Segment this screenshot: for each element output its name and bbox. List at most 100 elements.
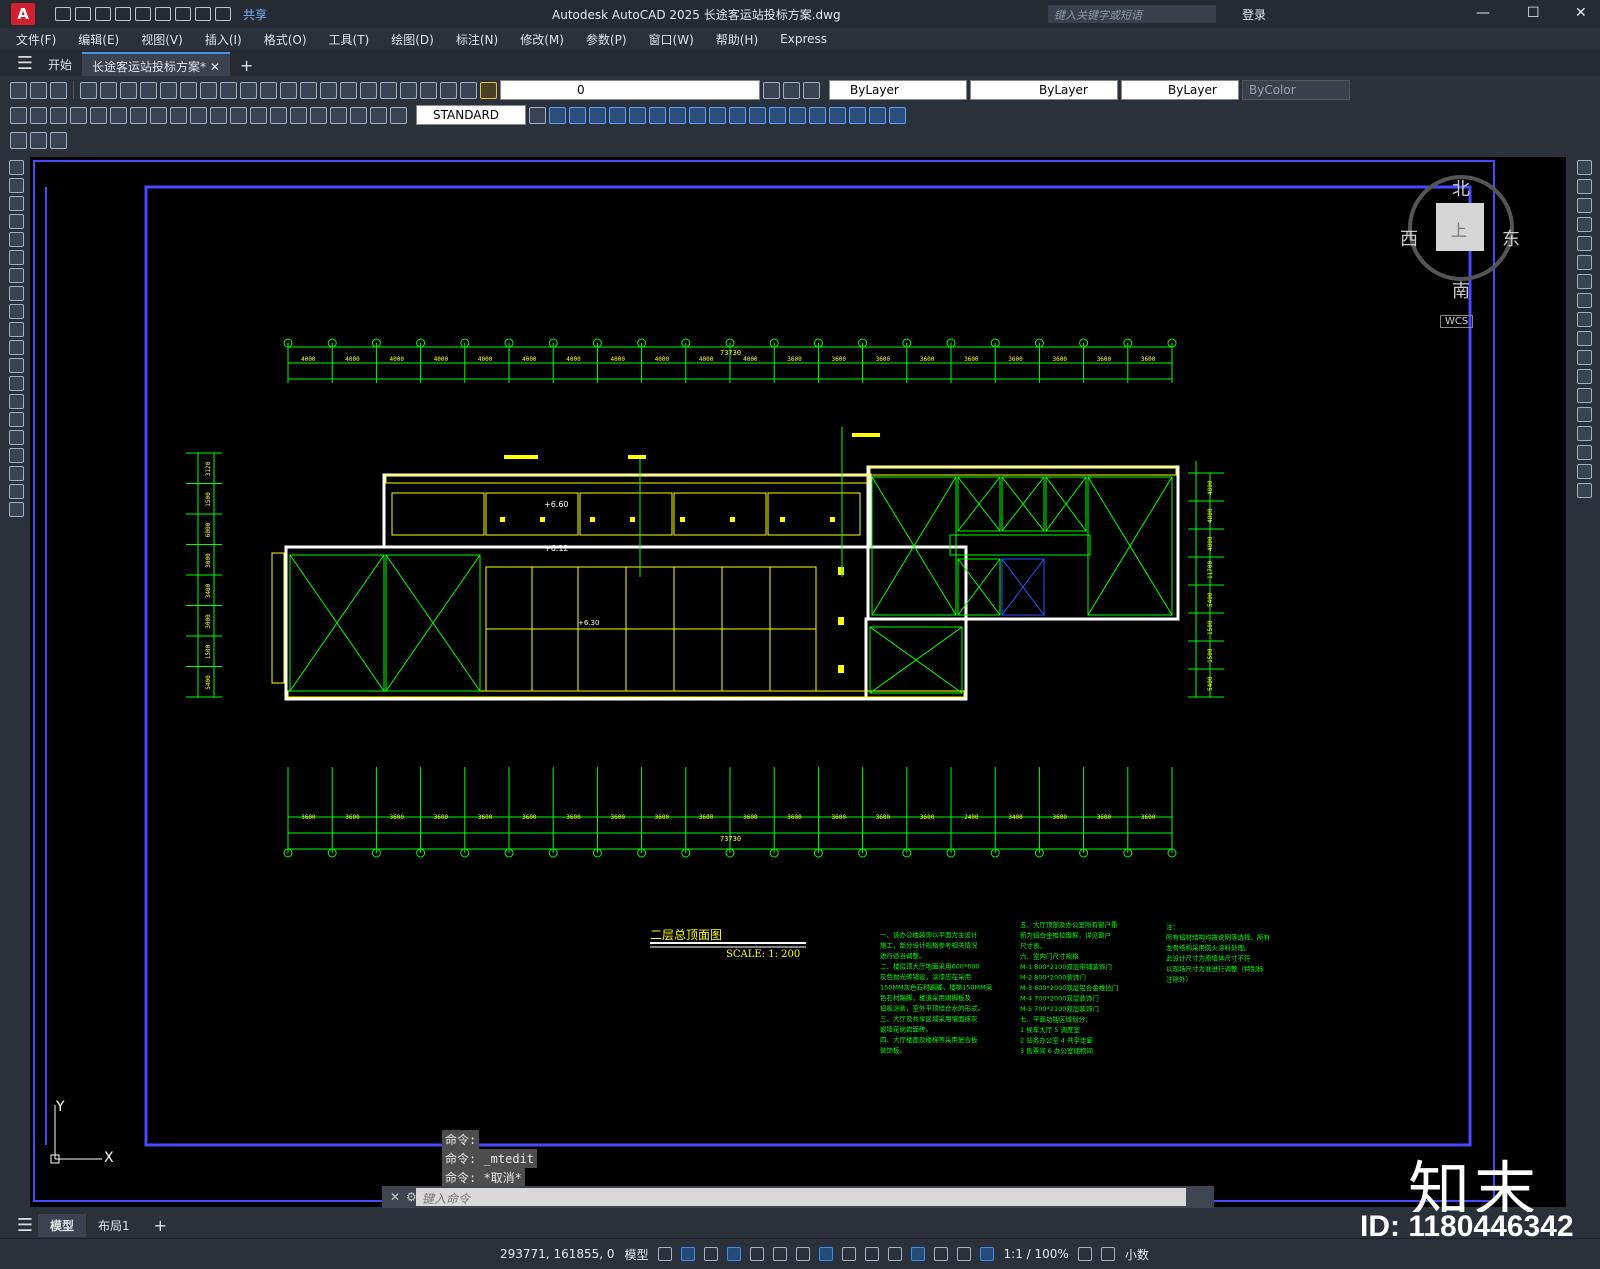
add-layout-button[interactable]: + — [142, 1213, 179, 1238]
object-snap-icon[interactable] — [818, 1247, 833, 1261]
zoom-window-icon[interactable] — [300, 81, 317, 99]
view-3d-icon-10[interactable] — [729, 106, 746, 124]
baseline-dim-icon[interactable] — [190, 106, 207, 124]
menu-tools[interactable]: 工具(T) — [329, 31, 370, 48]
menu-express[interactable]: Express — [780, 32, 827, 46]
jogged-dim-icon[interactable] — [110, 106, 127, 124]
annotation-scale[interactable]: 1:1 / 100% — [1004, 1247, 1069, 1261]
fillet-icon[interactable] — [1576, 445, 1592, 460]
plot-icon[interactable] — [175, 7, 191, 21]
view-3d-icon-9[interactable] — [709, 106, 726, 124]
cut-icon[interactable] — [140, 81, 157, 99]
view-3d-icon-11[interactable] — [749, 106, 766, 124]
aligned-dim-icon[interactable] — [30, 106, 47, 124]
add-icon[interactable] — [1100, 1247, 1115, 1261]
arc-length-icon[interactable] — [50, 106, 67, 124]
open-file-icon[interactable] — [75, 7, 91, 21]
close-tab-icon[interactable]: ✕ — [210, 60, 220, 74]
view-3d-icon-8[interactable] — [689, 106, 706, 124]
copy-object-icon[interactable] — [1576, 179, 1592, 194]
array-icon[interactable] — [1576, 236, 1592, 251]
mirror-icon[interactable] — [1576, 198, 1592, 213]
view-3d-icon-4[interactable] — [609, 106, 626, 124]
auto-scale-icon[interactable] — [979, 1247, 994, 1261]
paste-icon[interactable] — [180, 81, 197, 99]
save-as-icon[interactable] — [115, 7, 131, 21]
undo-icon[interactable] — [195, 7, 211, 21]
model-space-toggle[interactable]: 模型 — [625, 1246, 649, 1263]
dim-update-icon[interactable] — [390, 106, 407, 124]
infer-constraints-icon[interactable] — [703, 1247, 718, 1261]
units-icon[interactable] — [933, 1247, 948, 1261]
help-icon[interactable] — [460, 81, 477, 99]
zoom-previous-icon[interactable] — [320, 81, 337, 99]
view-3d-icon-2[interactable] — [569, 106, 586, 124]
move-icon[interactable] — [1576, 255, 1592, 270]
calculator-icon[interactable] — [440, 81, 457, 99]
dim-edit-icon[interactable] — [350, 106, 367, 124]
linear-dim-icon[interactable] — [10, 106, 27, 124]
open-icon[interactable] — [30, 81, 47, 99]
viewcube-south[interactable]: 南 — [1452, 277, 1470, 303]
view-3d-icon-18[interactable] — [889, 106, 906, 124]
construction-line-icon[interactable] — [8, 178, 24, 193]
view-3d-icon-14[interactable] — [809, 106, 826, 124]
polyline-icon[interactable] — [8, 196, 24, 211]
match-properties-icon[interactable] — [200, 81, 217, 99]
pan-icon[interactable] — [260, 81, 277, 99]
menu-help[interactable]: 帮助(H) — [716, 31, 758, 48]
copy-icon[interactable] — [160, 81, 177, 99]
dynamic-input-icon[interactable] — [726, 1247, 741, 1261]
redo-icon[interactable] — [215, 7, 231, 21]
add-selected-icon[interactable] — [8, 502, 24, 517]
linetype-dropdown[interactable]: ByLayer — [970, 80, 1118, 100]
view-3d-icon-5[interactable] — [629, 106, 646, 124]
diameter-dim-icon[interactable] — [130, 106, 147, 124]
revision-cloud-icon[interactable] — [8, 286, 24, 301]
jogged-linear-icon[interactable] — [330, 106, 347, 124]
angular-dim-icon[interactable] — [150, 106, 167, 124]
layer-tools-icon[interactable] — [50, 131, 67, 149]
view-3d-icon-7[interactable] — [669, 106, 686, 124]
view-3d-icon-12[interactable] — [769, 106, 786, 124]
join-icon[interactable] — [1576, 407, 1592, 422]
arc-icon[interactable] — [8, 250, 24, 265]
isometric-icon[interactable] — [795, 1247, 810, 1261]
menu-insert[interactable]: 插入(I) — [205, 31, 242, 48]
zoom-realtime-icon[interactable] — [280, 81, 297, 99]
layer-previous-icon[interactable] — [783, 81, 800, 99]
properties-icon[interactable] — [340, 81, 357, 99]
model-space-canvas[interactable]: 4000 4000 4000 4000 4000 4000 4000 4000 4000 4000… — [30, 157, 1566, 1207]
view-3d-icon-13[interactable] — [789, 106, 806, 124]
save-web-icon[interactable] — [155, 7, 171, 21]
view-3d-icon-1[interactable] — [549, 106, 566, 124]
inspection-icon[interactable] — [310, 106, 327, 124]
hatch-icon[interactable] — [8, 412, 24, 427]
dim-text-edit-icon[interactable] — [370, 106, 387, 124]
polygon-icon[interactable] — [8, 214, 24, 229]
ortho-icon[interactable] — [749, 1247, 764, 1261]
block-editor-icon[interactable] — [10, 131, 27, 149]
annotation-visibility-icon[interactable] — [956, 1247, 971, 1261]
close-icon[interactable]: ✕ — [1575, 5, 1587, 21]
view-3d-icon-17[interactable] — [869, 106, 886, 124]
tolerance-icon[interactable] — [270, 106, 287, 124]
tab-current-drawing[interactable]: 长途客运站投标方案* ✕ — [82, 52, 230, 76]
spline-icon[interactable] — [8, 304, 24, 319]
ellipse-arc-icon[interactable] — [8, 340, 24, 355]
dimstyle-dropdown[interactable]: STANDARD — [416, 105, 526, 125]
help-search-input[interactable]: 键入关键字或短语 — [1048, 5, 1216, 23]
layer-properties-icon[interactable] — [480, 81, 497, 99]
plotstyle-dropdown[interactable]: ByColor — [1242, 80, 1350, 100]
undo-icon-tb[interactable] — [220, 81, 237, 99]
color-dropdown[interactable]: ByLayer — [829, 80, 967, 100]
open-web-icon[interactable] — [135, 7, 151, 21]
mtext-icon[interactable] — [8, 484, 24, 499]
polar-icon[interactable] — [772, 1247, 787, 1261]
view-3d-icon-16[interactable] — [849, 106, 866, 124]
table-icon[interactable] — [8, 466, 24, 481]
extend-icon[interactable] — [1576, 350, 1592, 365]
menu-modify[interactable]: 修改(M) — [520, 31, 564, 48]
quick-dim-icon[interactable] — [170, 106, 187, 124]
layout-menu-icon[interactable]: ☰ — [12, 1212, 38, 1238]
